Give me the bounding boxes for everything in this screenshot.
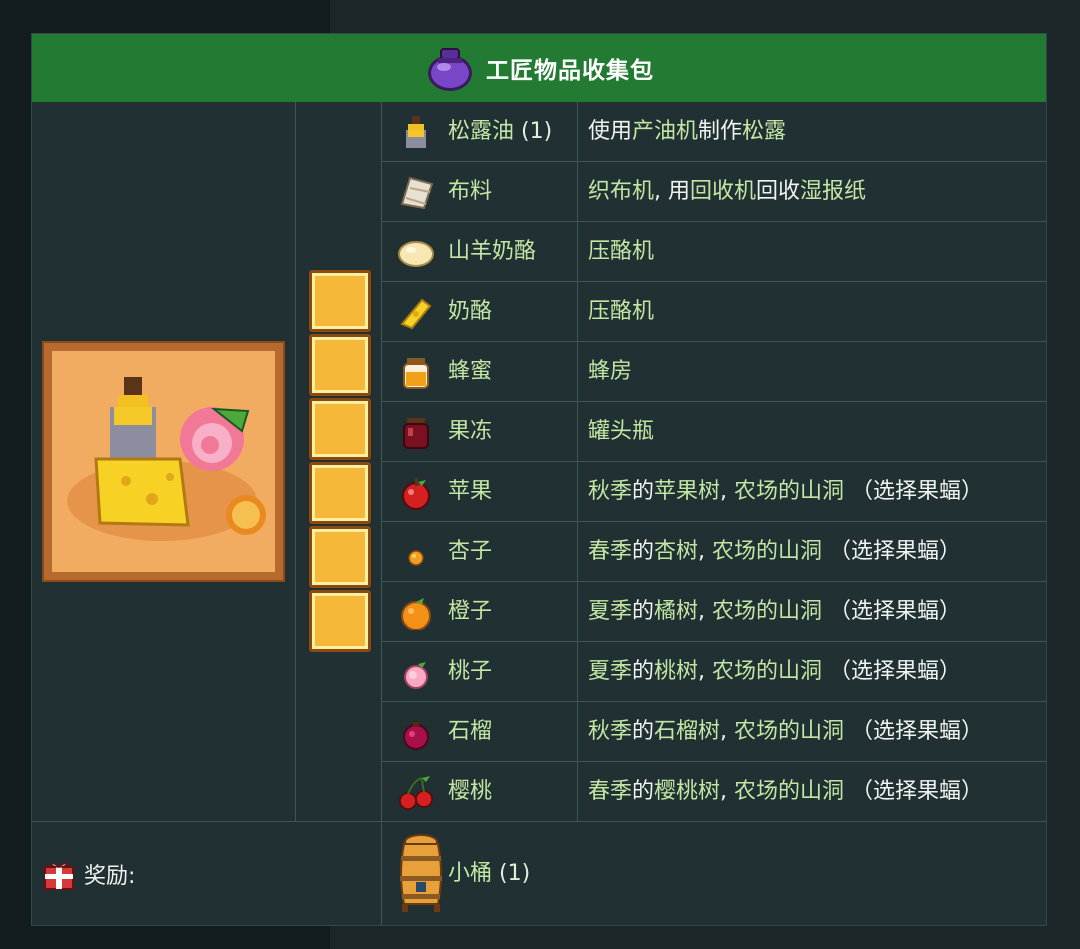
bundle-item-source: 夏季的橘树, 农场的山洞 （选择果蝠） (588, 599, 962, 624)
gift-icon (44, 862, 74, 890)
bundle-item-row: 松露油 (1) 使用产油机制作松露 (382, 102, 1046, 162)
cloth-icon (400, 176, 434, 210)
bundle-item-source: 织布机, 用回收机回收湿报纸 (588, 179, 867, 204)
goat-cheese-icon (398, 241, 434, 267)
bundle-item-source: 夏季的桃树, 农场的山洞 （选择果蝠） (588, 659, 962, 684)
apricot-icon (408, 550, 424, 566)
bundle-item-row: 奶酪 压酪机 (382, 282, 1046, 342)
apple-icon (402, 478, 430, 510)
bundle-panel: 工匠物品收集包 松露油 (1) 使用产油机制作松露 布料 织布机, 用回收机回收… (31, 33, 1047, 926)
truffle-oil-icon (406, 116, 426, 148)
bundle-item-name: 松露油 (1) (448, 119, 553, 144)
bundle-item-row: 石榴 秋季的石榴树, 农场的山洞 （选择果蝠） (382, 702, 1046, 762)
ingredient-slot[interactable] (309, 526, 371, 588)
bundle-item-row: 桃子 夏季的桃树, 农场的山洞 （选择果蝠） (382, 642, 1046, 702)
bundle-item-row: 蜂蜜 蜂房 (382, 342, 1046, 402)
ingredient-slot[interactable] (309, 334, 371, 396)
bundle-item-row: 苹果 秋季的苹果树, 农场的山洞 （选择果蝠） (382, 462, 1046, 522)
bundle-item-source: 压酪机 (588, 239, 655, 264)
bundle-item-source: 压酪机 (588, 299, 655, 324)
bundle-item-name: 果冻 (448, 419, 493, 444)
ingredient-slots (309, 270, 371, 654)
bundle-item-name: 樱桃 (448, 779, 493, 804)
ingredient-slot[interactable] (309, 590, 371, 652)
bundle-item-row: 橙子 夏季的橘树, 农场的山洞 （选择果蝠） (382, 582, 1046, 642)
ingredient-slot[interactable] (309, 270, 371, 332)
jelly-icon (403, 418, 429, 449)
bundle-item-source: 秋季的石榴树, 农场的山洞 （选择果蝠） (588, 719, 984, 744)
bundle-item-source: 罐头瓶 (588, 419, 655, 444)
bundle-item-row: 樱桃 春季的樱桃树, 农场的山洞 （选择果蝠） (382, 762, 1046, 822)
honey-icon (403, 358, 429, 389)
bundle-item-name: 橙子 (448, 599, 493, 624)
bundle-item-name: 桃子 (448, 659, 493, 684)
bundle-item-source: 春季的杏树, 农场的山洞 （选择果蝠） (588, 539, 962, 564)
purple-bundle-icon (428, 48, 472, 91)
bundle-item-name: 布料 (448, 179, 493, 204)
bundle-item-source: 使用产油机制作松露 (588, 119, 787, 144)
bundle-item-row: 布料 织布机, 用回收机回收湿报纸 (382, 162, 1046, 222)
peach-icon (404, 662, 428, 689)
reward-item-name: 小桶 (1) (448, 861, 531, 886)
pomegranate-icon (403, 722, 429, 750)
bundle-item-row: 山羊奶酪 压酪机 (382, 222, 1046, 282)
bundle-item-name: 山羊奶酪 (448, 239, 537, 264)
bundle-item-row: 杏子 春季的杏树, 农场的山洞 （选择果蝠） (382, 522, 1046, 582)
reward-row: 奖励: 小桶 (1) (32, 822, 1046, 925)
cherry-icon (399, 776, 433, 810)
orange-icon (401, 598, 431, 630)
bundle-item-name: 杏子 (448, 539, 493, 564)
bundle-item-name: 石榴 (448, 719, 493, 744)
bundle-item-source: 春季的樱桃树, 农场的山洞 （选择果蝠） (588, 779, 984, 804)
bundle-item-row: 果冻 罐头瓶 (382, 402, 1046, 462)
bundle-item-list: 松露油 (1) 使用产油机制作松露 布料 织布机, 用回收机回收湿报纸 山羊奶酪 压酪机奶… (382, 102, 1046, 822)
ingredient-slot[interactable] (309, 398, 371, 460)
bundle-item-name: 蜂蜜 (448, 359, 493, 384)
bundle-item-name: 奶酪 (448, 299, 493, 324)
reward-label: 奖励: (42, 822, 135, 925)
reward-label-text: 奖励: (84, 863, 136, 889)
bundle-item-source: 秋季的苹果树, 农场的山洞 （选择果蝠） (588, 479, 984, 504)
keg-icon (400, 834, 442, 912)
ingredient-slot[interactable] (309, 462, 371, 524)
bundle-title: 工匠物品收集包 (486, 58, 654, 84)
cheese-icon (400, 298, 432, 330)
bundle-header: 工匠物品收集包 (32, 34, 1046, 102)
bundle-item-source: 蜂房 (588, 359, 633, 384)
bundle-artwork (42, 341, 285, 582)
bundle-item-name: 苹果 (448, 479, 493, 504)
